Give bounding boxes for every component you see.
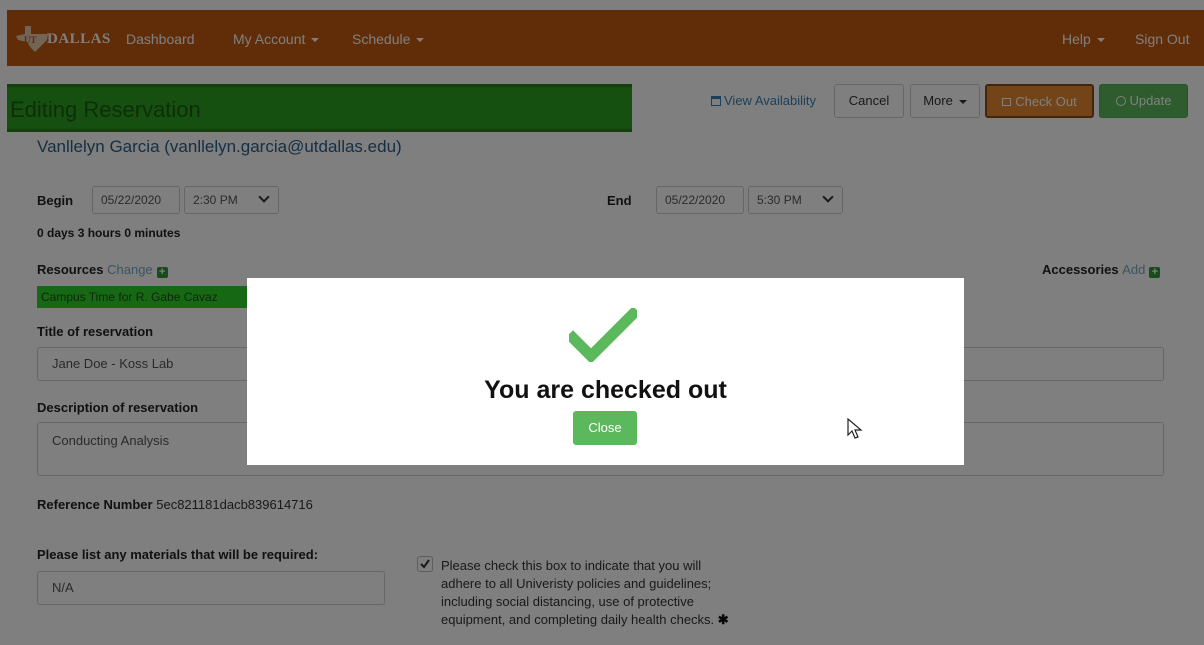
success-check-icon (569, 308, 637, 362)
modal-message: You are checked out (484, 376, 727, 404)
close-button[interactable]: Close (573, 411, 637, 445)
mouse-cursor-icon (847, 418, 863, 439)
